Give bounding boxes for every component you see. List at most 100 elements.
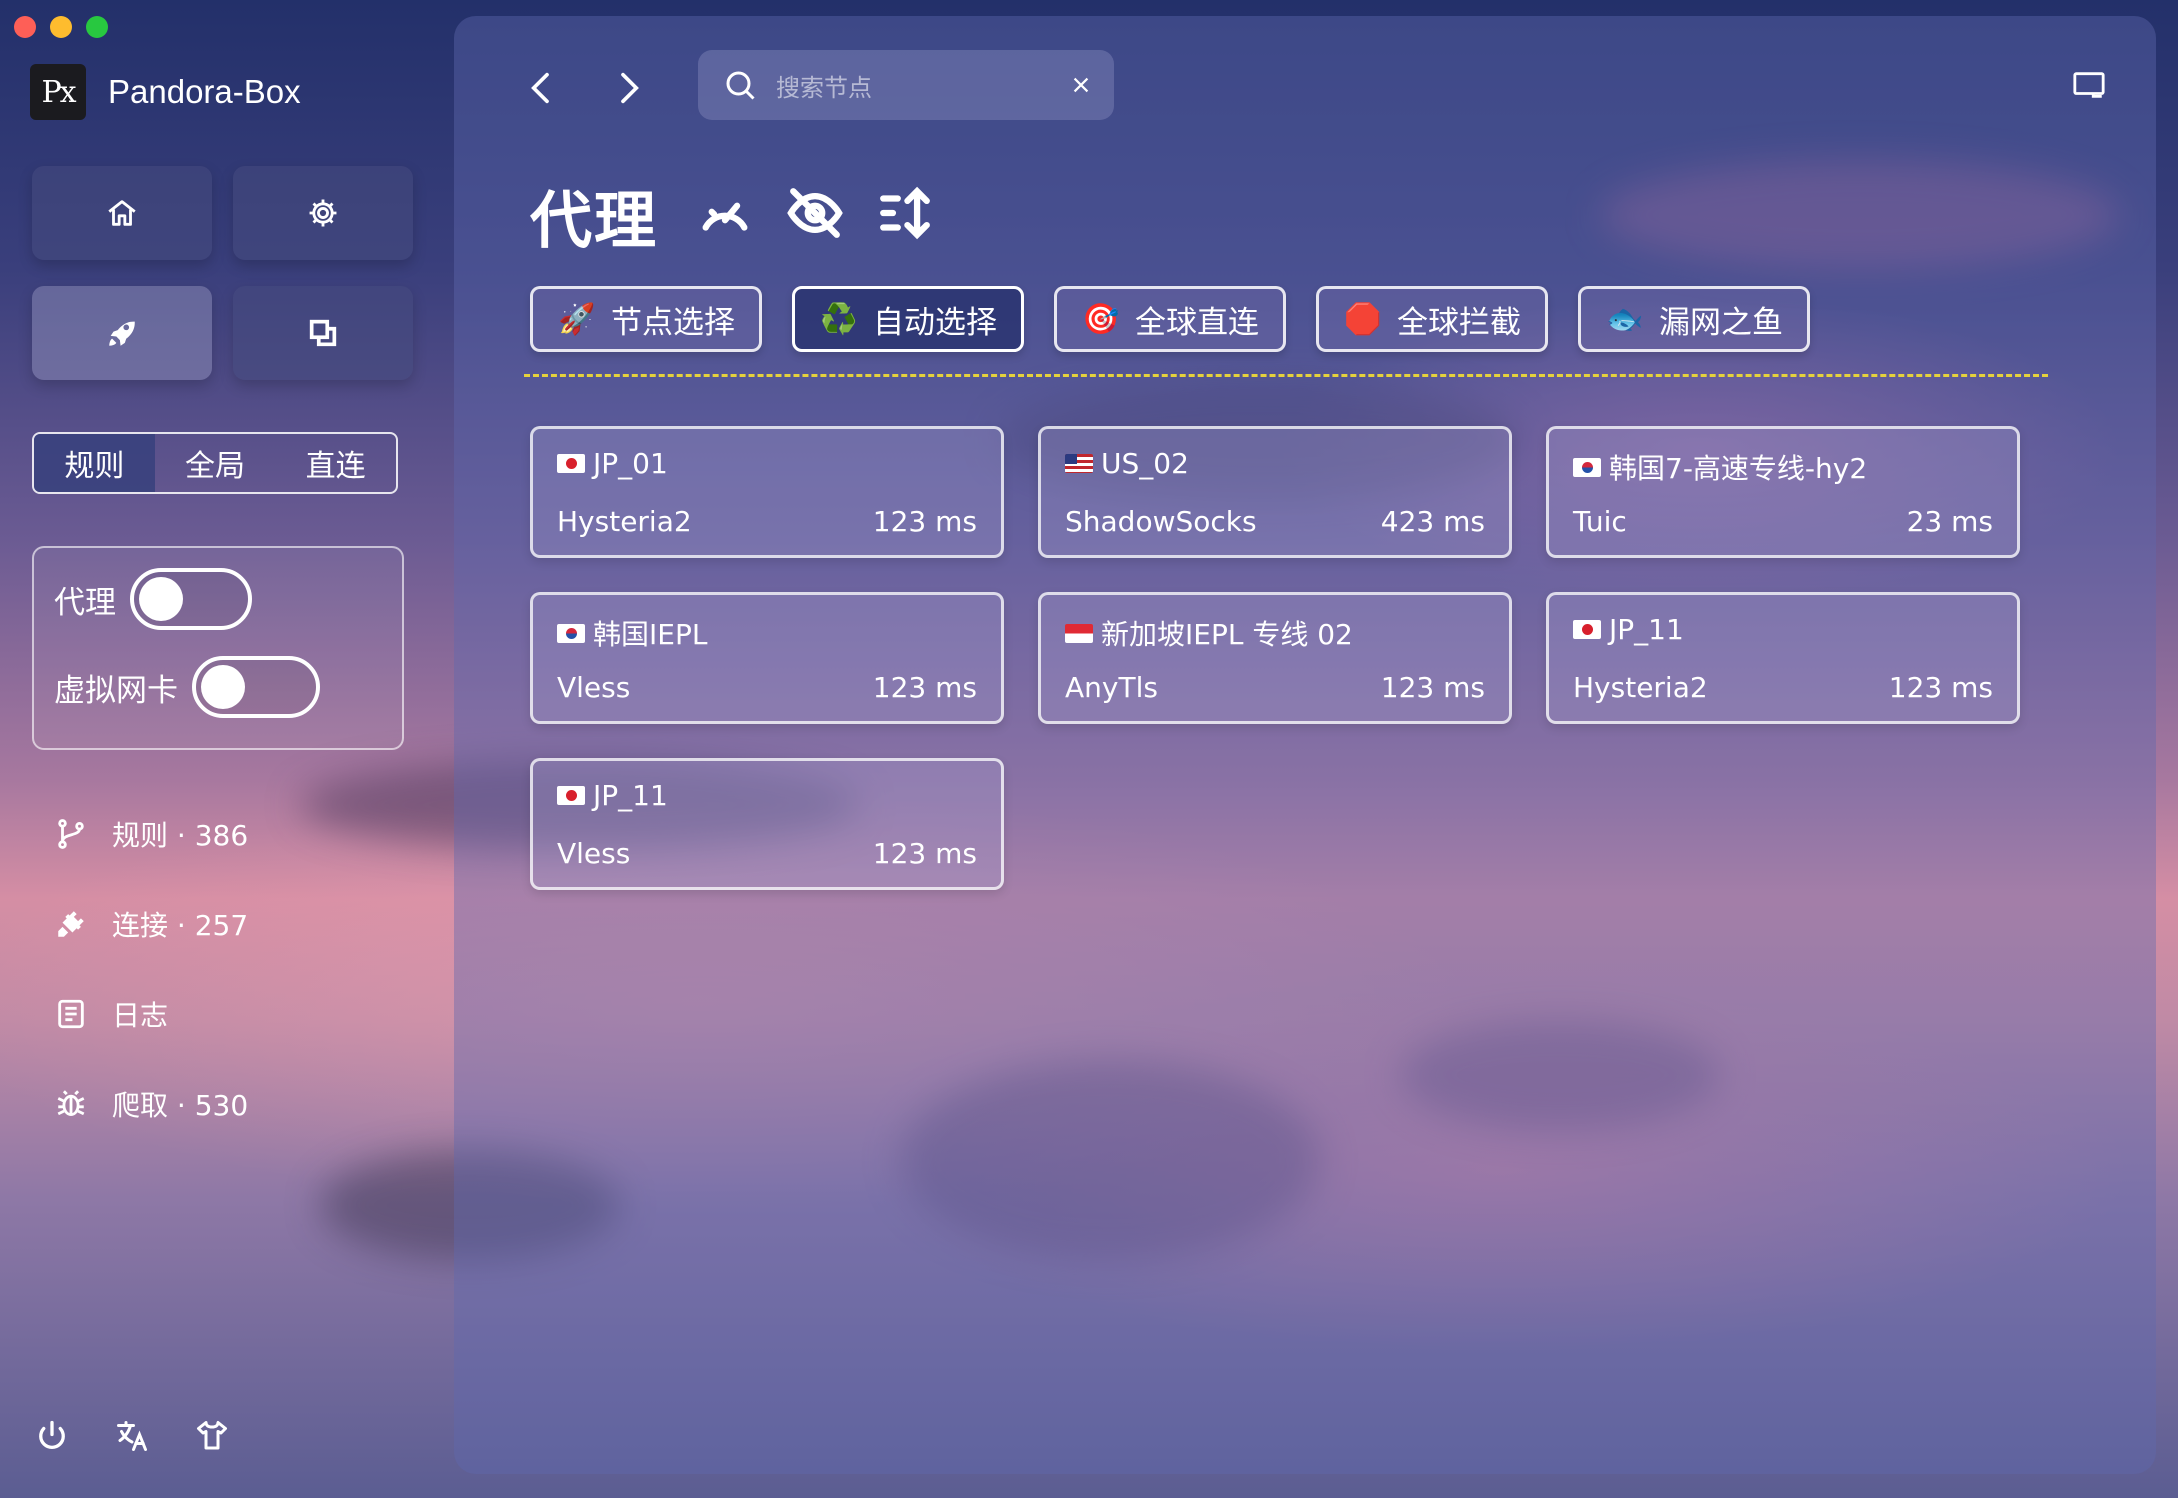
group-tab-auto-select[interactable]: ♻️ 自动选择	[792, 286, 1024, 352]
power-icon[interactable]	[34, 1418, 70, 1454]
node-name-text: US_02	[1101, 447, 1189, 480]
tun-toggle[interactable]	[192, 656, 320, 718]
node-name-text: 韩国7-高速专线-hy2	[1609, 452, 1868, 485]
target-icon: 🎯	[1082, 301, 1120, 337]
forward-arrow-icon[interactable]	[608, 68, 648, 108]
mode-direct-tab[interactable]: 直连	[275, 434, 396, 492]
node-protocol: AnyTls	[1065, 671, 1158, 704]
node-card[interactable]: JP_11 Vless 123 ms	[530, 758, 1004, 890]
tun-toggle-label: 虚拟网卡	[54, 672, 178, 709]
node-card[interactable]: 韩国7-高速专线-hy2 Tuic 23 ms	[1546, 426, 2020, 558]
node-name: 新加坡IEPL 专线 02	[1065, 613, 1353, 653]
node-name: 韩国IEPL	[557, 613, 707, 653]
brand: Px Pandora-Box	[30, 64, 301, 120]
node-name: 韩国7-高速专线-hy2	[1573, 447, 1867, 487]
speedometer-icon[interactable]	[696, 184, 754, 242]
group-tab-label: 自动选择	[873, 304, 997, 341]
node-card[interactable]: 新加坡IEPL 专线 02 AnyTls 123 ms	[1038, 592, 1512, 724]
node-name: US_02	[1065, 447, 1189, 480]
group-tab-global-block[interactable]: 🛑 全球拦截	[1316, 286, 1548, 352]
close-icon[interactable]	[1070, 74, 1092, 96]
rocket-icon	[109, 321, 135, 346]
node-name-text: JP_01	[593, 447, 668, 480]
sort-icon[interactable]	[876, 184, 934, 242]
node-name: JP_11	[1573, 613, 1684, 646]
group-tab-label: 漏网之鱼	[1659, 304, 1783, 341]
node-delay: 123 ms	[872, 837, 977, 870]
fish-icon: 🐟	[1606, 301, 1644, 337]
node-protocol: Tuic	[1573, 505, 1627, 538]
nav-settings-button[interactable]	[233, 166, 413, 260]
node-protocol: Vless	[557, 671, 631, 704]
node-name-text: JP_11	[1609, 613, 1684, 646]
group-tab-label: 节点选择	[611, 304, 735, 341]
group-tab-label: 全球拦截	[1397, 304, 1521, 341]
node-protocol: ShadowSocks	[1065, 505, 1257, 538]
app-logo: Px	[30, 64, 86, 120]
toggle-panel: 代理 虚拟网卡	[32, 546, 404, 750]
toggle-knob	[201, 665, 245, 709]
sidebar-item-connections[interactable]: 连接 · 257	[54, 904, 248, 944]
japan-flag-icon	[1573, 620, 1601, 639]
proxy-group-tabs: 🚀 节点选择 ♻️ 自动选择 🎯 全球直连 🛑 全球拦截 🐟 漏网之鱼	[530, 286, 1810, 352]
nav-resources-button[interactable]	[233, 286, 413, 380]
home-icon	[108, 200, 136, 226]
node-protocol: Vless	[557, 837, 631, 870]
mode-switch: 规则 全局 直连	[32, 432, 398, 494]
window-icon[interactable]	[2072, 70, 2106, 100]
plug-icon	[58, 911, 84, 937]
gear-icon	[309, 199, 337, 227]
sidebar-item-logs[interactable]: 日志	[54, 994, 168, 1034]
node-protocol: Hysteria2	[557, 505, 692, 538]
japan-flag-icon	[557, 786, 585, 805]
node-delay: 123 ms	[872, 505, 977, 538]
back-arrow-icon[interactable]	[522, 68, 562, 108]
sidebar-footer	[34, 1418, 230, 1454]
nav-home-button[interactable]	[32, 166, 212, 260]
node-name: JP_11	[557, 779, 668, 812]
rocket-icon: 🚀	[558, 301, 596, 337]
branch-icon	[58, 819, 84, 849]
mode-global-tab[interactable]: 全局	[155, 434, 276, 492]
node-card[interactable]: JP_01 Hysteria2 123 ms	[530, 426, 1004, 558]
group-tab-node-select[interactable]: 🚀 节点选择	[530, 286, 762, 352]
sidebar-item-label: 日志	[112, 999, 169, 1032]
app-name: Pandora-Box	[108, 73, 301, 110]
main-panel: 搜索节点 代理 🚀 节点选择 ♻️ 自动选择 🎯 全球直连 🛑 全球拦截 🐟 漏…	[454, 16, 2156, 1474]
node-card[interactable]: US_02 ShadowSocks 423 ms	[1038, 426, 1512, 558]
nav-proxy-button[interactable]	[32, 286, 212, 380]
node-name: JP_01	[557, 447, 668, 480]
group-tab-final[interactable]: 🐟 漏网之鱼	[1578, 286, 1810, 352]
singapore-flag-icon	[1065, 623, 1093, 643]
search-icon	[726, 71, 755, 100]
mode-rule-tab[interactable]: 规则	[34, 434, 155, 492]
group-tab-label: 全球直连	[1135, 304, 1259, 341]
node-card[interactable]: 韩国IEPL Vless 123 ms	[530, 592, 1004, 724]
japan-flag-icon	[557, 454, 585, 473]
group-tab-global-direct[interactable]: 🎯 全球直连	[1054, 286, 1286, 352]
proxy-toggle[interactable]	[130, 568, 252, 630]
eye-off-icon[interactable]	[786, 184, 844, 242]
sidebar-item-rules[interactable]: 规则 · 386	[54, 814, 248, 854]
sidebar-item-crawl[interactable]: 爬取 · 530	[54, 1084, 248, 1124]
shirt-icon[interactable]	[194, 1418, 230, 1454]
sidebar-item-label: 规则 · 386	[112, 819, 249, 852]
node-card[interactable]: JP_11 Hysteria2 123 ms	[1546, 592, 2020, 724]
page-title: 代理	[530, 184, 659, 257]
sidebar-item-label: 连接 · 257	[112, 909, 249, 942]
recycle-icon: ♻️	[820, 301, 858, 337]
korea-flag-icon	[1573, 457, 1601, 477]
stop-sign-icon: 🛑	[1344, 301, 1382, 337]
translate-icon[interactable]	[114, 1418, 150, 1454]
proxy-toggle-label: 代理	[54, 584, 116, 621]
tun-toggle-row: 虚拟网卡	[54, 656, 320, 718]
node-delay: 123 ms	[1888, 671, 1993, 704]
document-icon	[58, 999, 84, 1029]
search-box[interactable]: 搜索节点	[698, 50, 1114, 120]
usa-flag-icon	[1065, 454, 1093, 473]
bug-icon	[57, 1090, 85, 1117]
search-placeholder[interactable]: 搜索节点	[776, 68, 1070, 103]
node-name-text: JP_11	[593, 779, 668, 812]
node-delay: 123 ms	[872, 671, 977, 704]
proxy-toggle-row: 代理	[54, 568, 252, 630]
